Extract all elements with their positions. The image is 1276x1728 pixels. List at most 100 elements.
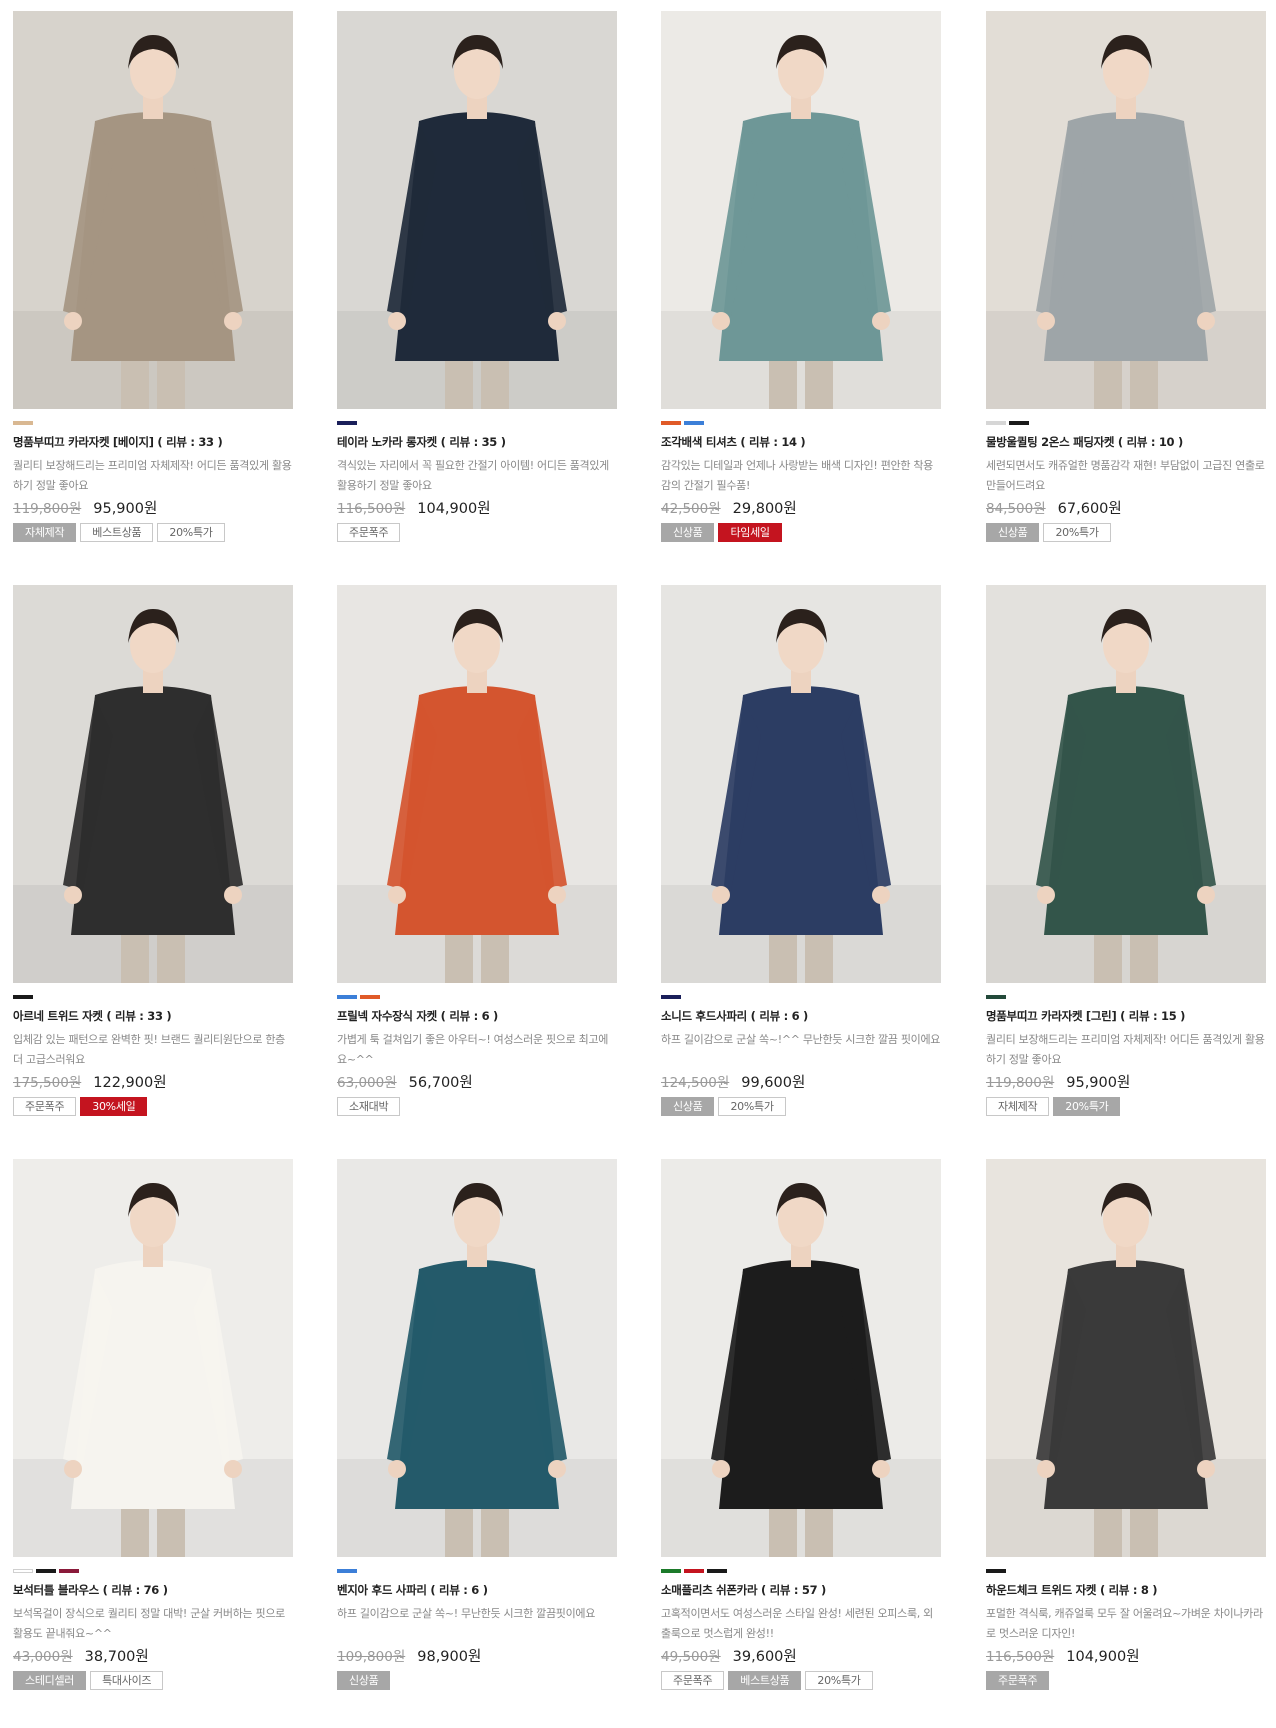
product-title[interactable]: 명품부띠끄 카라자켓 [그린] ( 리뷰 : 15 ) <box>986 1008 1266 1024</box>
sale-price: 67,600원 <box>1057 501 1122 517</box>
color-swatch <box>13 1569 33 1573</box>
product-description: 보석목걸이 장식으로 퀄리티 정말 대박! 군살 커버하는 핏으로 활용도 끝내… <box>13 1607 285 1640</box>
product-name[interactable]: 테이라 노카라 롱자켓 <box>337 435 437 449</box>
product-image[interactable] <box>661 585 941 983</box>
product-name[interactable]: 조각배색 티셔츠 <box>661 435 737 449</box>
product-name[interactable]: 보석터틀 블라우스 <box>13 1583 99 1597</box>
product-name[interactable]: 물방울퀼팅 2온스 패딩자켓 <box>986 435 1115 449</box>
product-image[interactable] <box>13 1159 293 1557</box>
review-count: ( 리뷰 : 33 ) <box>157 435 223 449</box>
product-title[interactable]: 테이라 노카라 롱자켓 ( 리뷰 : 35 ) <box>337 434 617 450</box>
product-tags: 자체제작 베스트상품 20%특가 <box>13 523 293 542</box>
product-card[interactable]: 명품부띠끄 카라자켓 [베이지] ( 리뷰 : 33 ) 퀄리티 보장해드리는 프… <box>13 11 293 542</box>
product-badge: 신상품 <box>661 1097 715 1116</box>
product-image[interactable] <box>986 585 1266 983</box>
product-badge: 주문폭주 <box>13 1097 77 1116</box>
product-title[interactable]: 보석터틀 블라우스 ( 리뷰 : 76 ) <box>13 1582 293 1598</box>
product-image[interactable] <box>13 11 293 409</box>
product-badge: 주문폭주 <box>986 1671 1050 1690</box>
product-card[interactable]: 아르네 트위드 자켓 ( 리뷰 : 33 ) 입체감 있는 패턴으로 완벽한 핏!… <box>13 585 293 1116</box>
original-price: 84,500원 <box>986 501 1046 517</box>
product-tags: 소재대박 <box>337 1097 617 1116</box>
color-swatch <box>337 1569 357 1573</box>
product-card[interactable]: 프릴넥 자수장식 자켓 ( 리뷰 : 6 ) 가볍게 툭 걸쳐입기 좋은 아우터~… <box>337 585 617 1116</box>
price-row: 109,800원 98,900원 <box>337 1645 617 1667</box>
product-image[interactable] <box>661 11 941 409</box>
sale-price: 29,800원 <box>732 501 797 517</box>
product-name[interactable]: 벤지아 후드 사파리 <box>337 1583 427 1597</box>
color-swatches <box>13 421 293 425</box>
original-price: 119,800원 <box>13 501 82 517</box>
product-description: 입체감 있는 패턴으로 완벽한 핏! 브랜드 퀄리티원단으로 한층 더 고급스러… <box>13 1033 285 1066</box>
product-title[interactable]: 물방울퀼팅 2온스 패딩자켓 ( 리뷰 : 10 ) <box>986 434 1266 450</box>
product-badge: 신상품 <box>986 523 1040 542</box>
review-count: ( 리뷰 : 15 ) <box>1120 1009 1186 1023</box>
product-name[interactable]: 하운드체크 트위드 자켓 <box>986 1583 1097 1597</box>
price-row: 49,500원 39,600원 <box>661 1645 941 1667</box>
color-swatch <box>13 995 33 999</box>
review-count: ( 리뷰 : 6 ) <box>430 1583 488 1597</box>
review-count: ( 리뷰 : 10 ) <box>1117 435 1183 449</box>
product-name[interactable]: 소니드 후드사파리 <box>661 1009 747 1023</box>
review-count: ( 리뷰 : 6 ) <box>440 1009 499 1023</box>
product-image[interactable] <box>337 11 617 409</box>
sale-price: 104,900원 <box>1066 1649 1140 1665</box>
product-card[interactable]: 벤지아 후드 사파리 ( 리뷰 : 6 ) 하프 길이감으로 군살 쏙~! 무난한… <box>337 1159 617 1690</box>
product-card[interactable]: 하운드체크 트위드 자켓 ( 리뷰 : 8 ) 포멀한 격식룩, 캐쥬얼룩 모두 … <box>986 1159 1266 1690</box>
product-title[interactable]: 하운드체크 트위드 자켓 ( 리뷰 : 8 ) <box>986 1582 1266 1598</box>
price-row: 119,800원 95,900원 <box>13 497 293 519</box>
product-title[interactable]: 조각배색 티셔츠 ( 리뷰 : 14 ) <box>661 434 941 450</box>
color-swatch <box>707 1569 727 1573</box>
product-name[interactable]: 명품부띠끄 카라자켓 [베이지] <box>13 435 154 449</box>
price-row: 43,000원 38,700원 <box>13 1645 293 1667</box>
product-title[interactable]: 프릴넥 자수장식 자켓 ( 리뷰 : 6 ) <box>337 1008 617 1024</box>
product-card[interactable]: 테이라 노카라 롱자켓 ( 리뷰 : 35 ) 격식있는 자리에서 꼭 필요한 간… <box>337 11 617 542</box>
product-image[interactable] <box>337 1159 617 1557</box>
product-card[interactable]: 소매플리츠 쉬폰카라 ( 리뷰 : 57 ) 고혹적이면서도 여성스러운 스타일 … <box>661 1159 941 1690</box>
product-title[interactable]: 소매플리츠 쉬폰카라 ( 리뷰 : 57 ) <box>661 1582 941 1598</box>
product-image[interactable] <box>337 585 617 983</box>
product-name[interactable]: 명품부띠끄 카라자켓 [그린] <box>986 1009 1117 1023</box>
product-name[interactable]: 소매플리츠 쉬폰카라 <box>661 1583 758 1597</box>
product-title[interactable]: 벤지아 후드 사파리 ( 리뷰 : 6 ) <box>337 1582 617 1598</box>
original-price: 124,500원 <box>661 1075 730 1091</box>
product-name[interactable]: 프릴넥 자수장식 자켓 <box>337 1009 437 1023</box>
color-swatch <box>661 1569 681 1573</box>
product-title[interactable]: 명품부띠끄 카라자켓 [베이지] ( 리뷰 : 33 ) <box>13 434 293 450</box>
product-badge: 20%특가 <box>718 1097 786 1116</box>
product-badge: 신상품 <box>661 523 715 542</box>
product-badge: 스테디셀러 <box>13 1671 87 1690</box>
product-name[interactable]: 아르네 트위드 자켓 <box>13 1009 103 1023</box>
product-image[interactable] <box>13 585 293 983</box>
product-image[interactable] <box>986 1159 1266 1557</box>
product-title[interactable]: 아르네 트위드 자켓 ( 리뷰 : 33 ) <box>13 1008 293 1024</box>
color-swatches <box>337 1569 617 1573</box>
product-description: 세련되면서도 캐쥬얼한 명품감각 재현! 부담없이 고급진 연출로 만들어드려요 <box>986 459 1265 492</box>
color-swatches <box>661 421 941 425</box>
product-image[interactable] <box>661 1159 941 1557</box>
coat-photo-icon <box>986 585 1266 983</box>
sale-price: 95,900원 <box>1066 1075 1131 1091</box>
color-swatches <box>661 1569 941 1573</box>
product-description: 퀄리티 보장해드리는 프리미엄 자체제작! 어디든 품격있게 활용하기 정말 좋… <box>986 1033 1265 1066</box>
product-description: 가볍게 툭 걸쳐입기 좋은 아우터~! 여성스러운 핏으로 최고에요~^^ <box>337 1033 609 1066</box>
product-card[interactable]: 물방울퀼팅 2온스 패딩자켓 ( 리뷰 : 10 ) 세련되면서도 캐쥬얼한 명품… <box>986 11 1266 542</box>
product-card[interactable]: 소니드 후드사파리 ( 리뷰 : 6 ) 하프 길이감으로 군살 쏙~!^^ 무난… <box>661 585 941 1116</box>
color-swatch <box>337 995 357 999</box>
product-badge: 주문폭주 <box>661 1671 725 1690</box>
product-card[interactable]: 보석터틀 블라우스 ( 리뷰 : 76 ) 보석목걸이 장식으로 퀄리티 정말 대… <box>13 1159 293 1690</box>
product-card[interactable]: 조각배색 티셔츠 ( 리뷰 : 14 ) 감각있는 디테일과 언제나 사랑받는 배… <box>661 11 941 542</box>
product-description: 고혹적이면서도 여성스러운 스타일 완성! 세련된 오피스룩, 외출룩으로 멋스… <box>661 1607 933 1640</box>
product-description: 감각있는 디테일과 언제나 사랑받는 배색 디자인! 편안한 착용감의 간절기 … <box>661 459 933 492</box>
color-swatch <box>986 995 1006 999</box>
product-title[interactable]: 소니드 후드사파리 ( 리뷰 : 6 ) <box>661 1008 941 1024</box>
product-image[interactable] <box>986 11 1266 409</box>
product-tags: 신상품 20%특가 <box>986 523 1266 542</box>
product-tags: 신상품 <box>337 1671 617 1690</box>
original-price: 63,000원 <box>337 1075 397 1091</box>
product-description: 포멀한 격식룩, 캐쥬얼룩 모두 잘 어울려요~가벼운 차이나카라로 멋스러운 … <box>986 1607 1263 1640</box>
product-card[interactable]: 명품부띠끄 카라자켓 [그린] ( 리뷰 : 15 ) 퀄리티 보장해드리는 프리… <box>986 585 1266 1116</box>
color-swatches <box>986 421 1266 425</box>
color-swatch <box>36 1569 56 1573</box>
price-row: 175,500원 122,900원 <box>13 1071 293 1093</box>
